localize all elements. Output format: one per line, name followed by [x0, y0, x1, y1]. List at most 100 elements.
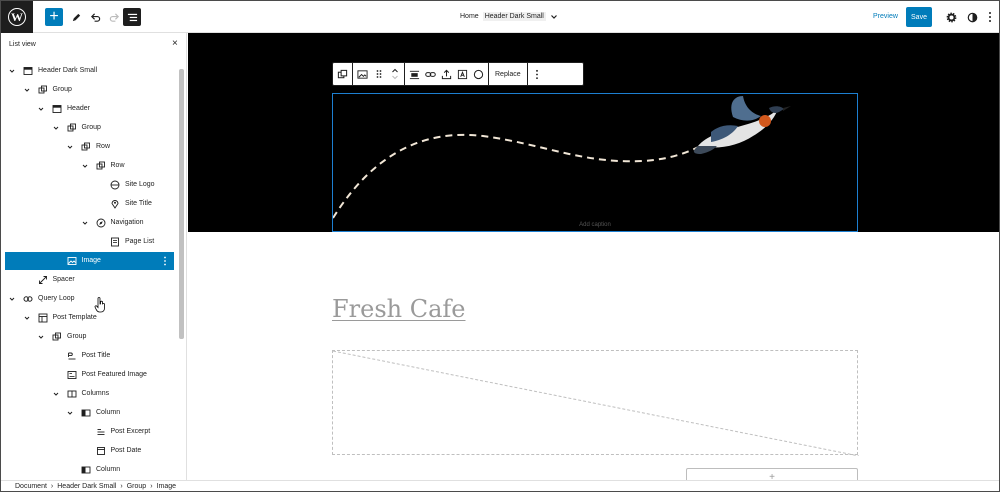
- list-view-item-label: Group: [81, 124, 101, 131]
- chevron-down-icon[interactable]: [9, 296, 15, 302]
- list-view-item[interactable]: Header: [5, 100, 174, 118]
- chevron-down-icon[interactable]: [53, 391, 59, 397]
- compass-icon: [96, 218, 105, 228]
- image-block-selected[interactable]: Add caption: [332, 93, 858, 232]
- toolbar-group-transform: [333, 63, 353, 85]
- list-view-item[interactable]: Post Excerpt: [5, 423, 174, 441]
- image-block-icon[interactable]: [357, 69, 368, 80]
- chevron-down-icon[interactable]: [67, 144, 73, 150]
- upload-icon[interactable]: [441, 69, 452, 80]
- list-view-item[interactable]: Column: [5, 461, 174, 479]
- preview-button[interactable]: Preview: [873, 13, 898, 20]
- doc-title-home: Home: [460, 13, 479, 20]
- column-icon: [81, 409, 91, 417]
- map-marker-icon: [111, 200, 119, 209]
- list-view-item-label: Spacer: [52, 276, 75, 283]
- group-icon: [38, 85, 47, 94]
- list-view-item[interactable]: Post Template: [5, 309, 174, 327]
- list-view-item[interactable]: Group: [5, 119, 174, 137]
- list-view-item[interactable]: Page List: [5, 233, 174, 251]
- list-view-item[interactable]: Query Loop: [5, 290, 174, 308]
- doc-title-template: Header Dark Small: [482, 12, 546, 21]
- list-view-item-label: Column: [96, 409, 121, 416]
- list-view-item[interactable]: Site Title: [5, 195, 174, 213]
- featured-image-placeholder[interactable]: [332, 350, 859, 456]
- wordpress-logo-button[interactable]: W: [1, 1, 33, 33]
- site-logo-icon: [110, 180, 120, 190]
- list-view-item[interactable]: Post Date: [5, 442, 174, 460]
- crop-circle-icon[interactable]: [473, 69, 484, 80]
- list-view-item-label: Post Date: [110, 447, 142, 454]
- list-view-item-label: Navigation: [110, 219, 144, 226]
- template-part-icon: [52, 105, 62, 113]
- list-view-item[interactable]: Spacer: [5, 271, 174, 289]
- settings-gear-icon[interactable]: [942, 8, 960, 26]
- item-options-kebab-icon[interactable]: [163, 256, 167, 268]
- list-view-item-label: Column: [96, 466, 121, 473]
- list-view-item[interactable]: Post Title: [5, 347, 174, 365]
- text-overlay-icon[interactable]: [457, 69, 468, 80]
- list-view-item-label: Post Template: [52, 314, 97, 321]
- list-view-item[interactable]: Navigation: [5, 214, 174, 232]
- chevron-down-icon[interactable]: [53, 125, 59, 131]
- list-view-item[interactable]: Post Featured Image: [5, 366, 174, 384]
- list-view-toggle-button[interactable]: [123, 8, 141, 26]
- list-view-item[interactable]: Group: [5, 81, 174, 99]
- sidebar-scrollbar-thumb[interactable]: [179, 69, 184, 339]
- chevron-down-icon[interactable]: [38, 334, 44, 340]
- breadcrumb-separator: ›: [120, 483, 123, 490]
- chevron-down-icon[interactable]: [82, 220, 88, 226]
- transform-group-icon[interactable]: [337, 69, 348, 80]
- tools-pencil-icon[interactable]: [67, 8, 85, 26]
- list-view-item[interactable]: Header Dark Small: [5, 62, 174, 80]
- list-view-item[interactable]: Columns: [5, 385, 174, 403]
- list-view-item-label: Site Title: [125, 200, 152, 207]
- list-view-item-label: Page List: [125, 238, 155, 245]
- list-view-item-label: Query Loop: [38, 295, 75, 302]
- bird-illustration-image: [333, 96, 791, 219]
- list-view-item[interactable]: Row: [5, 138, 174, 156]
- block-appender-button[interactable]: +: [686, 468, 858, 480]
- list-view-item[interactable]: Column: [5, 404, 174, 422]
- chevron-down-icon[interactable]: [67, 410, 73, 416]
- chevron-down-icon[interactable]: [24, 315, 30, 321]
- save-button[interactable]: Save: [906, 7, 932, 27]
- list-view-item[interactable]: Row: [5, 157, 174, 175]
- options-kebab-icon[interactable]: [981, 8, 999, 26]
- placeholder-diagonal-line: [333, 351, 859, 456]
- image-caption-input[interactable]: Add caption: [333, 222, 857, 228]
- chevron-down-icon[interactable]: [9, 68, 15, 74]
- block-options-kebab-icon[interactable]: [532, 69, 543, 80]
- list-view-item[interactable]: Site Logo: [5, 176, 174, 194]
- close-icon[interactable]: ×: [172, 38, 178, 49]
- list-view-sidebar: List view × Header Dark Small Group Header…: [1, 33, 187, 480]
- add-block-button[interactable]: +: [45, 8, 63, 26]
- breadcrumb-item[interactable]: Header Dark Small: [57, 483, 116, 490]
- wordpress-logo-icon: W: [8, 8, 26, 26]
- undo-icon[interactable]: [86, 8, 104, 26]
- breadcrumb-separator: ›: [150, 483, 153, 490]
- site-title-text[interactable]: Fresh Cafe: [332, 295, 466, 323]
- list-view-item[interactable]: Group: [5, 328, 174, 346]
- list-view-item-label: Post Title: [81, 352, 111, 359]
- loop-icon: [23, 296, 33, 302]
- list-view-icon: [127, 13, 137, 21]
- list-view-item-label: Site Logo: [125, 181, 155, 188]
- document-title-bar[interactable]: Home Header Dark Small: [460, 12, 558, 21]
- breadcrumb-item[interactable]: Document: [15, 483, 47, 490]
- list-view-item-label: Post Excerpt: [110, 428, 151, 435]
- group-icon: [81, 142, 90, 151]
- align-icon[interactable]: [409, 69, 420, 80]
- drag-handle-icon[interactable]: [373, 69, 384, 80]
- styles-contrast-icon[interactable]: [963, 8, 981, 26]
- move-up-down-icon[interactable]: [389, 68, 400, 80]
- chevron-down-icon[interactable]: [82, 163, 88, 169]
- list-view-item[interactable]: Image: [5, 252, 174, 270]
- redo-icon[interactable]: [105, 8, 123, 26]
- chevron-down-icon[interactable]: [38, 106, 44, 112]
- breadcrumb-item[interactable]: Group: [127, 483, 146, 490]
- replace-button[interactable]: Replace: [493, 71, 523, 78]
- chevron-down-icon[interactable]: [24, 87, 30, 93]
- link-icon[interactable]: [425, 69, 436, 80]
- breadcrumb-separator: ›: [50, 483, 54, 490]
